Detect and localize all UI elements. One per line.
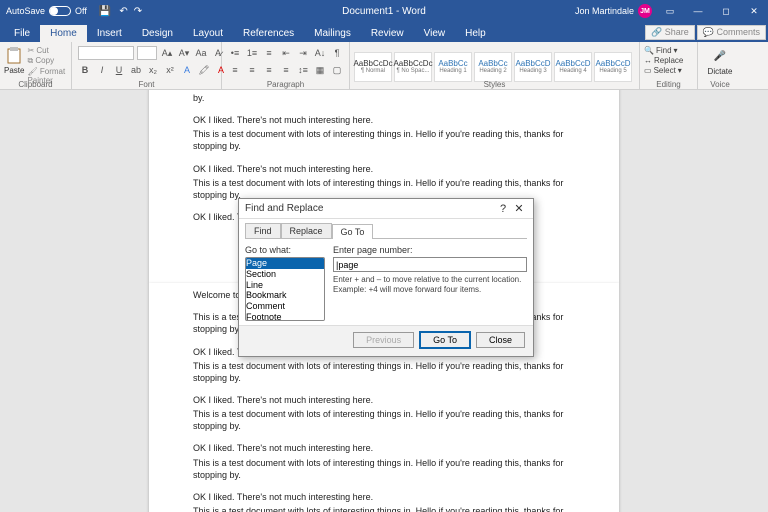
editing-group-label: Editing [640,80,697,89]
inc-indent-icon[interactable]: ⇥ [296,46,310,60]
goto-hint: Enter + and – to move relative to the cu… [333,275,527,294]
style-heading2[interactable]: AaBbCcHeading 2 [474,52,512,82]
align-right-icon[interactable]: ≡ [262,63,276,77]
dialog-close-icon[interactable]: ✕ [511,202,527,215]
minimize-icon[interactable]: — [684,0,712,22]
text-effects-icon[interactable]: A [180,63,194,77]
borders-icon[interactable]: ▢ [330,63,344,77]
highlight-icon[interactable]: 🖍 [197,63,211,77]
ribbon-options-icon[interactable]: ▭ [656,0,684,22]
redo-icon[interactable]: ↷ [134,6,142,17]
dialog-tab-find[interactable]: Find [245,223,281,238]
title-bar: AutoSave Off 💾 ↶ ↷ Document1 - Word Jon … [0,0,768,22]
paragraph-group-label: Paragraph [222,80,349,89]
font-group-label: Font [72,80,221,89]
italic-icon[interactable]: I [95,63,109,77]
font-size-combo[interactable] [137,46,157,60]
grow-font-icon[interactable]: A▴ [160,46,174,60]
change-case-icon[interactable]: Aa [194,46,208,60]
goto-what-label: Go to what: [245,245,325,255]
numbering-icon[interactable]: 1≡ [245,46,259,60]
show-marks-icon[interactable]: ¶ [330,46,344,60]
close-icon[interactable]: ✕ [740,0,768,22]
tab-file[interactable]: File [4,25,40,42]
tab-mailings[interactable]: Mailings [304,25,361,42]
share-button[interactable]: 🔗 Share [645,25,695,40]
font-family-combo[interactable] [78,46,134,60]
align-left-icon[interactable]: ≡ [228,63,242,77]
tab-help[interactable]: Help [455,25,496,42]
bold-icon[interactable]: B [78,63,92,77]
style-heading5[interactable]: AaBbCcDHeading 5 [594,52,632,82]
document-canvas[interactable]: by. OK I liked. There's not much interes… [0,90,768,512]
bullets-icon[interactable]: •≡ [228,46,242,60]
autosave-label: AutoSave [6,6,45,16]
paste-button[interactable]: Paste [4,66,24,75]
close-button[interactable]: Close [476,332,525,348]
clipboard-group-label: Clipboard [0,80,71,89]
style-gallery[interactable]: AaBbCcDc¶ Normal AaBbCcDc¶ No Spac... Aa… [354,52,632,82]
superscript-icon[interactable]: x² [163,63,177,77]
dec-indent-icon[interactable]: ⇤ [279,46,293,60]
line-spacing-icon[interactable]: ↕≡ [296,63,310,77]
dialog-tab-replace[interactable]: Replace [281,223,332,238]
maximize-icon[interactable]: ◻ [712,0,740,22]
tab-insert[interactable]: Insert [87,25,132,42]
tab-design[interactable]: Design [132,25,183,42]
select-button[interactable]: ▭ Select ▾ [644,66,693,75]
style-heading4[interactable]: AaBbCcDHeading 4 [554,52,592,82]
paste-icon[interactable] [4,46,24,66]
tab-review[interactable]: Review [361,25,414,42]
replace-button[interactable]: ↔ Replace [644,56,693,65]
dictate-button[interactable]: Dictate [708,67,733,76]
tab-home[interactable]: Home [40,25,87,42]
page-number-input[interactable] [333,257,527,272]
align-center-icon[interactable]: ≡ [245,63,259,77]
goto-what-list[interactable]: Page Section Line Bookmark Comment Footn… [245,257,325,321]
dialog-title: Find and Replace [245,203,323,214]
find-button[interactable]: 🔍 Find ▾ [644,46,693,55]
multilevel-icon[interactable]: ≡ [262,46,276,60]
shading-icon[interactable]: ▦ [313,63,327,77]
cut-button[interactable]: ✂ Cut [27,46,67,55]
tab-references[interactable]: References [233,25,304,42]
underline-icon[interactable]: U [112,63,126,77]
voice-group-label: Voice [698,80,742,89]
avatar: JM [638,4,652,18]
style-heading3[interactable]: AaBbCcDHeading 3 [514,52,552,82]
goto-button[interactable]: Go To [420,332,470,348]
user-account[interactable]: Jon Martindale JM [571,4,656,18]
subscript-icon[interactable]: x₂ [146,63,160,77]
style-heading1[interactable]: AaBbCcHeading 1 [434,52,472,82]
autosave-state: Off [75,6,87,16]
style-no-spacing[interactable]: AaBbCcDc¶ No Spac... [394,52,432,82]
undo-icon[interactable]: ↶ [119,6,127,17]
document-title: Document1 - Word [342,6,426,17]
justify-icon[interactable]: ≡ [279,63,293,77]
user-name: Jon Martindale [575,6,634,16]
style-normal[interactable]: AaBbCcDc¶ Normal [354,52,392,82]
tab-view[interactable]: View [414,25,456,42]
previous-button: Previous [353,332,414,348]
dictate-icon[interactable]: 🎤 [710,46,730,66]
find-and-replace-dialog: Find and Replace ? ✕ Find Replace Go To … [238,198,534,357]
toggle-icon [49,6,71,16]
dialog-tab-goto[interactable]: Go To [332,224,374,239]
comments-button[interactable]: 💬 Comments [697,25,766,40]
strike-icon[interactable]: ab [129,63,143,77]
autosave-toggle[interactable]: AutoSave Off [0,6,93,16]
tab-layout[interactable]: Layout [183,25,233,42]
ribbon: 🔗 Share 💬 Comments Paste ✂ Cut ⧉ Copy 🖌 … [0,42,768,90]
shrink-font-icon[interactable]: A▾ [177,46,191,60]
enter-page-label: Enter page number: [333,245,527,255]
save-icon[interactable]: 💾 [99,6,111,17]
copy-button[interactable]: ⧉ Copy [27,56,67,66]
sort-icon[interactable]: A↓ [313,46,327,60]
styles-group-label: Styles [350,80,639,89]
dialog-help-icon[interactable]: ? [495,203,511,215]
